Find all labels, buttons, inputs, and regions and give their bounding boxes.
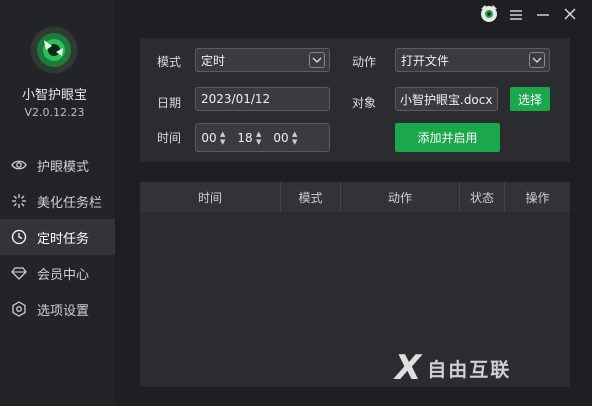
target-label: 对象 (352, 96, 377, 110)
target-file-input[interactable]: 小智护眼宝.docx (395, 87, 498, 111)
task-form-panel: 模式 定时 动作 打开文件 日期 2023/01/12 对象 小智护眼宝.doc… (140, 38, 570, 162)
menu-icon (509, 6, 523, 25)
arrow-up-icon[interactable]: ▲ (256, 130, 266, 138)
time-minute[interactable]: 18 (234, 131, 256, 145)
action-select[interactable]: 打开文件 (395, 48, 550, 72)
app-version: V2.0.12.23 (24, 106, 85, 119)
time-hour[interactable]: 00 (198, 131, 220, 145)
sidebar: 小智护眼宝 V2.0.12.23 护眼模式 美化任务栏 定时任务 会员中心 选项… (0, 0, 115, 406)
watermark: X 自由互联 (395, 348, 511, 388)
watermark-mark: X (395, 348, 424, 388)
date-label: 日期 (157, 96, 182, 110)
date-input[interactable]: 2023/01/12 (195, 87, 330, 111)
table-header: 时间 模式 动作 状态 操作 (140, 182, 570, 212)
arrow-up-icon[interactable]: ▲ (292, 130, 302, 138)
time-spinbox[interactable]: 00 ▲ ▼ 18 ▲ ▼ 00 ▲ ▼ (195, 123, 330, 152)
column-header-operation[interactable]: 操作 (505, 182, 570, 212)
arrow-down-icon[interactable]: ▼ (220, 138, 230, 146)
clock-icon (10, 228, 28, 246)
column-header-status[interactable]: 状态 (460, 182, 505, 212)
sidebar-item-label: 护眼模式 (37, 159, 90, 175)
app-name: 小智护眼宝 (21, 88, 87, 103)
mode-label: 模式 (157, 55, 182, 69)
arrow-up-icon[interactable]: ▲ (220, 130, 230, 138)
mode-select-value: 定时 (201, 53, 226, 68)
sidebar-item-label: 定时任务 (37, 231, 90, 247)
app-logo-icon (30, 26, 78, 74)
skin-button[interactable] (477, 4, 501, 26)
choose-file-button[interactable]: 选择 (510, 87, 550, 111)
eye-icon (10, 156, 28, 174)
menu-button[interactable] (504, 4, 528, 26)
watermark-text: 自由互联 (427, 358, 512, 381)
time-label: 时间 (157, 131, 182, 145)
minute-stepper[interactable]: ▲ ▼ (256, 130, 266, 146)
sidebar-item-settings[interactable]: 选项设置 (0, 291, 115, 327)
sidebar-item-label: 选项设置 (37, 303, 90, 319)
column-header-action[interactable]: 动作 (341, 182, 460, 212)
sidebar-item-scheduled-task[interactable]: 定时任务 (0, 219, 115, 255)
mode-select[interactable]: 定时 (195, 48, 330, 72)
chevron-down-icon (309, 52, 325, 68)
column-header-mode[interactable]: 模式 (281, 182, 341, 212)
titlebar-controls (474, 4, 582, 26)
close-icon (563, 6, 577, 25)
arrow-down-icon[interactable]: ▼ (256, 138, 266, 146)
sparkle-icon (10, 192, 28, 210)
hour-stepper[interactable]: ▲ ▼ (220, 130, 230, 146)
diamond-icon (10, 264, 28, 282)
chevron-down-icon (529, 52, 545, 68)
mascot-icon (478, 3, 500, 27)
action-label: 动作 (352, 55, 377, 69)
sidebar-nav: 护眼模式 美化任务栏 定时任务 会员中心 选项设置 (0, 147, 115, 327)
sidebar-item-label: 会员中心 (37, 267, 90, 283)
second-stepper[interactable]: ▲ ▼ (292, 130, 302, 146)
sidebar-item-eye-mode[interactable]: 护眼模式 (0, 147, 115, 183)
close-button[interactable] (558, 4, 582, 26)
action-select-value: 打开文件 (401, 53, 450, 68)
arrow-down-icon[interactable]: ▼ (292, 138, 302, 146)
sidebar-item-label: 美化任务栏 (37, 195, 103, 211)
sidebar-item-taskbar[interactable]: 美化任务栏 (0, 183, 115, 219)
minimize-button[interactable] (531, 4, 555, 26)
time-second[interactable]: 00 (270, 131, 292, 145)
gear-icon (10, 300, 28, 318)
column-header-time[interactable]: 时间 (140, 182, 281, 212)
sidebar-item-member-center[interactable]: 会员中心 (0, 255, 115, 291)
minimize-icon (536, 6, 550, 25)
add-and-enable-button[interactable]: 添加并启用 (395, 123, 500, 152)
